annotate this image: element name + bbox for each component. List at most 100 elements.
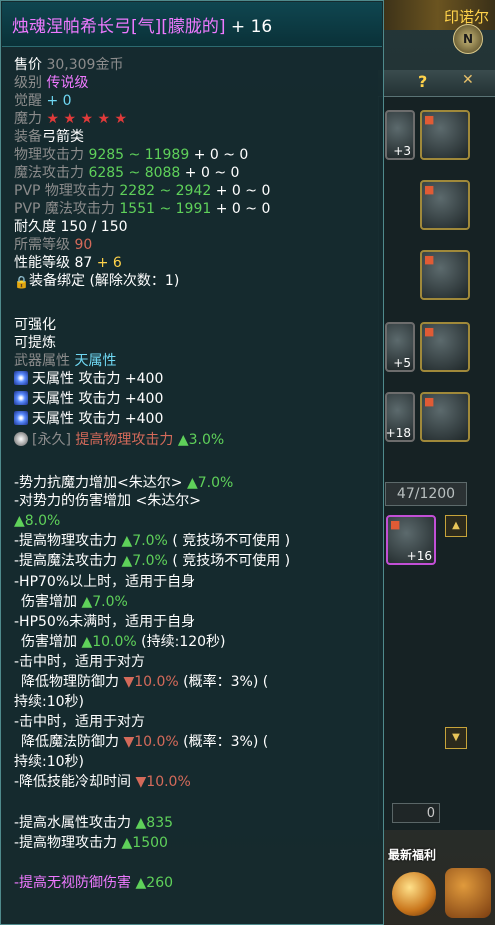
awaken-row: 觉醒 + 0 (14, 93, 72, 110)
inventory-slot-selected[interactable]: ■ +16 (386, 515, 436, 565)
effect-row: 降低物理防御力 ▼10.0% (概率：3%) ( (21, 674, 268, 691)
effect-text: 降低魔法防御力 (21, 734, 119, 750)
currency-field: 0 (392, 803, 440, 823)
lock-icon: ■ (424, 253, 435, 266)
ignore-def-value: ▲260 (135, 875, 174, 891)
effect-text: 伤害增加 (21, 594, 77, 610)
inventory-slot[interactable]: +3 (385, 110, 415, 160)
item-tooltip: 烛魂涅帕希长弓[气][朦胧的] + 16 售价 30,309金币 级别 传说级 … (0, 0, 384, 925)
effect-text: -降低技能冷却时间 (14, 774, 132, 790)
effect-row: 持续:10秒) (14, 754, 84, 771)
new-welfare-label[interactable]: 最新福利 (388, 846, 436, 863)
magic-stars: ★ ★ ★ ★ ★ (46, 111, 128, 127)
pvp-mag-label: PVP 魔法攻击力 (14, 201, 115, 217)
req-level-label: 所需等级 (14, 237, 70, 253)
inventory-capacity: 47/1200 (385, 482, 467, 506)
effect-text: -击中时，适用于对方 (14, 654, 146, 670)
effect-value: ▼10.0% (135, 774, 191, 790)
gold-coin-icon[interactable] (392, 872, 436, 916)
effect-row: -击中时，适用于对方 (14, 654, 145, 671)
phys-attack-value: 9285 ~ 11989 (88, 147, 190, 163)
effect-value: ▲7.0% (121, 553, 168, 569)
inventory-titlebar: ? ✕ (378, 70, 495, 97)
lock-icon: ■ (424, 183, 435, 196)
effect-text: -对势力的伤害增加 <朱达尔> (14, 493, 201, 509)
enhanceable-row: 可强化 (14, 317, 56, 334)
phys-attack-label: 物理攻击力 (14, 147, 84, 163)
sky-attr-text: 天属性 攻击力 +400 (32, 391, 164, 407)
sky-attr-row: 天属性 攻击力 +400 (14, 371, 163, 388)
orb-icon (14, 432, 28, 446)
effect-row: 降低魔法防御力 ▼10.0% (概率：3%) ( (21, 734, 268, 751)
permanent-text: 提高物理攻击力 (75, 432, 174, 448)
inventory-slot[interactable]: ■ (420, 250, 470, 300)
effect-text: -击中时，适用于对方 (14, 714, 146, 730)
bag-icon[interactable] (445, 868, 491, 918)
effect-value: ▲7.0% (81, 594, 128, 610)
inventory-slot[interactable]: ■ (420, 392, 470, 442)
effect-text: -HP70%以上时，适用于自身 (14, 574, 196, 590)
awaken-label: 觉醒 (14, 93, 42, 109)
help-icon[interactable]: ? (418, 72, 427, 91)
effect-extra: (概率：3%) ( (183, 734, 269, 750)
inventory-slot[interactable]: ■ (420, 110, 470, 160)
weapon-attr-label: 武器属性 (14, 353, 70, 369)
effect-row: 持续:10秒) (14, 694, 84, 711)
effect-row: -对势力的伤害增加 <朱达尔> (14, 493, 201, 510)
grade-value: 传说级 (46, 75, 89, 91)
perf-level-label: 性能等级 (14, 255, 70, 271)
sky-attr-row: 天属性 攻击力 +400 (14, 411, 163, 428)
item-enhance-level: + 16 (225, 17, 273, 37)
perf-level-value: 87 (74, 255, 93, 271)
water-attack-value: ▲835 (135, 815, 174, 831)
item-title: 烛魂涅帕希长弓[气][朦胧的] + 16 (12, 12, 272, 37)
inventory-slot[interactable]: +18 (385, 392, 415, 442)
equip-value: 弓箭类 (42, 129, 84, 145)
durability-row: 耐久度 150 / 150 (14, 219, 128, 236)
permanent-effect-row: [永久] 提高物理攻击力 ▲3.0% (14, 432, 224, 449)
mag-attack-bonus: + 0 ~ 0 (184, 165, 240, 181)
effect-extra: (持续:120秒) (141, 634, 226, 650)
price-value: 30,309金币 (46, 57, 124, 73)
price-label: 售价 (14, 57, 42, 73)
close-icon[interactable]: ✕ (462, 72, 474, 88)
slot-count: +3 (393, 144, 411, 158)
effect-text: 伤害增加 (21, 634, 77, 650)
mag-attack-label: 魔法攻击力 (14, 165, 84, 181)
ignore-def-row: -提高无视防御伤害 ▲260 (14, 875, 173, 892)
pvp-mag-bonus: + 0 ~ 0 (215, 201, 271, 217)
water-attack-text: -提高水属性攻击力 (14, 815, 132, 831)
phys-attack-bonus: + 0 ~ 0 (193, 147, 249, 163)
minimap-compass-icon[interactable]: N (453, 24, 483, 54)
effect-row: -提高魔法攻击力 ▲7.0% ( 竞技场不可使用 ) (14, 553, 290, 570)
req-level-value: 90 (74, 237, 93, 253)
item-name: 烛魂涅帕希长弓[气][朦胧的] (12, 17, 226, 37)
slot-count: +18 (385, 426, 411, 440)
mag-attack-row: 魔法攻击力 6285 ~ 8088 + 0 ~ 0 (14, 165, 239, 182)
weapon-attr-row: 武器属性 天属性 (14, 353, 116, 370)
effect-row: 伤害增加 ▲7.0% (21, 594, 128, 611)
scroll-down-button[interactable]: ▼ (445, 727, 467, 749)
inventory-slot[interactable]: ■ (420, 322, 470, 372)
permanent-tag: [永久] (32, 432, 71, 448)
durability-text: 耐久度 150 / 150 (14, 219, 128, 235)
effect-row: ▲8.0% (14, 513, 60, 530)
scroll-up-button[interactable]: ▲ (445, 515, 467, 537)
slot-count: +5 (393, 356, 411, 370)
phys-attack2-row: -提高物理攻击力 ▲1500 (14, 835, 168, 852)
weapon-attr-value: 天属性 (74, 353, 117, 369)
inventory-slot[interactable]: +5 (385, 322, 415, 372)
effect-row: -击中时，适用于对方 (14, 714, 145, 731)
magic-label: 魔力 (14, 111, 42, 127)
pvp-phys-value: 2282 ~ 2942 (119, 183, 212, 199)
perf-level-bonus: + 6 (96, 255, 122, 271)
pvp-phys-row: PVP 物理攻击力 2282 ~ 2942 + 0 ~ 0 (14, 183, 270, 200)
effect-extra: (概率：3%) ( (183, 674, 269, 690)
lock-icon: 🔒 (14, 275, 29, 289)
effect-text: -势力抗魔力增加<朱达尔> (14, 475, 183, 491)
equip-row: 装备弓箭类 (14, 129, 84, 146)
pvp-mag-value: 1551 ~ 1991 (119, 201, 212, 217)
inventory-slot[interactable]: ■ (420, 180, 470, 230)
sky-attribute-icon (14, 391, 28, 405)
pvp-phys-bonus: + 0 ~ 0 (215, 183, 271, 199)
